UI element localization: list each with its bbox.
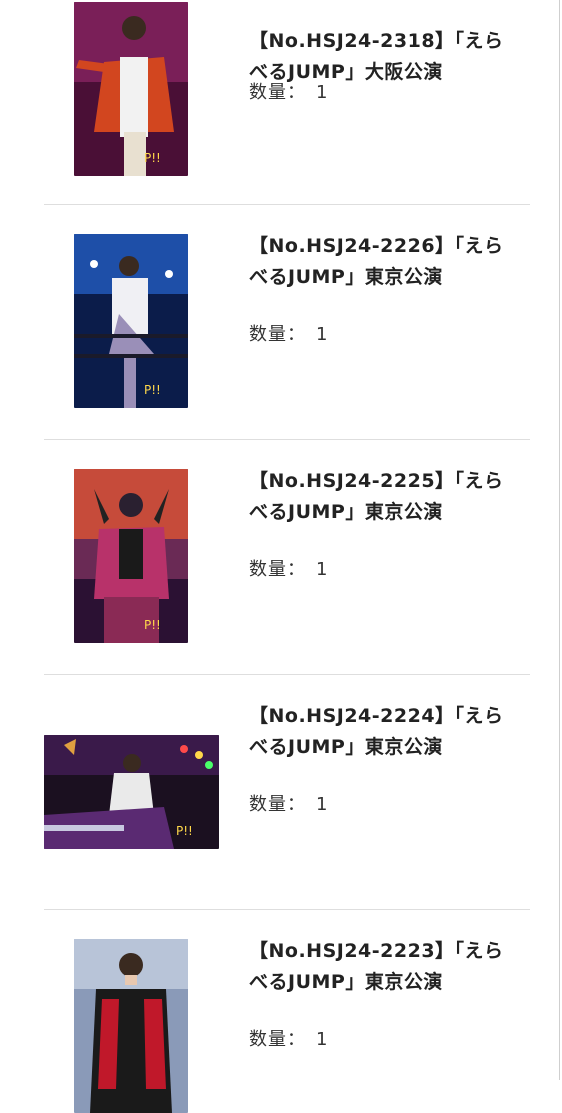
quantity-label: 数量： [249,324,306,345]
quantity-label: 数量： [249,1029,306,1050]
product-photo-thumbnail[interactable]: P!! [44,735,219,849]
order-item: P!! 【No.HSJ24-2225】「えらべるJUMP」東京公演 数量： 1 [44,440,530,675]
product-title[interactable]: 【No.HSJ24-2223】「えらべるJUMP」東京公演 [249,936,519,998]
page-right-border [559,0,560,1080]
quantity-row: 数量： 1 [249,790,328,816]
order-item: P!! 【No.HSJ24-2224】「えらべるJUMP」東京公演 数量： 1 [44,675,530,910]
quantity-value: 1 [316,82,329,103]
quantity-row: 数量： 1 [249,320,328,346]
quantity-value: 1 [316,1029,329,1050]
quantity-label: 数量： [249,794,306,815]
order-item: P!! 【No.HSJ24-2318】「えらべるJUMP」大阪公演 数量： 1 [44,0,530,205]
product-title[interactable]: 【No.HSJ24-2225】「えらべるJUMP」東京公演 [249,466,519,528]
product-photo-thumbnail[interactable] [74,939,188,1113]
product-photo-thumbnail[interactable]: P!! [74,469,188,643]
quantity-value: 1 [316,794,329,815]
order-item: 【No.HSJ24-2223】「えらべるJUMP」東京公演 数量： 1 [44,910,530,1113]
quantity-label: 数量： [249,82,306,103]
svg-text:P!!: P!! [176,824,193,838]
product-title[interactable]: 【No.HSJ24-2224】「えらべるJUMP」東京公演 [249,701,519,763]
quantity-label: 数量： [249,559,306,580]
quantity-row: 数量： 1 [249,78,328,104]
quantity-row: 数量： 1 [249,1025,328,1051]
order-item: P!! 【No.HSJ24-2226】「えらべるJUMP」東京公演 数量： 1 [44,205,530,440]
product-photo-thumbnail[interactable]: P!! [74,2,188,176]
product-photo-thumbnail[interactable]: P!! [74,234,188,408]
quantity-value: 1 [316,324,329,345]
svg-text:P!!: P!! [144,618,161,632]
quantity-row: 数量： 1 [249,555,328,581]
svg-text:P!!: P!! [144,383,161,397]
product-title[interactable]: 【No.HSJ24-2226】「えらべるJUMP」東京公演 [249,231,519,293]
svg-text:P!!: P!! [144,151,161,165]
quantity-value: 1 [316,559,329,580]
